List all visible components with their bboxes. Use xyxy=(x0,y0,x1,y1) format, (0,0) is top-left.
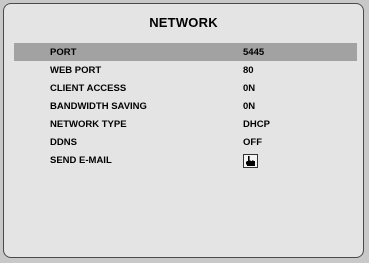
setting-row-network-type[interactable]: NETWORK TYPE DHCP xyxy=(14,115,357,133)
setting-row-web-port[interactable]: WEB PORT 80 xyxy=(14,61,357,79)
setting-value[interactable]: OFF xyxy=(243,137,262,148)
network-settings-panel: NETWORK PORT 5445 WEB PORT 80 CLIENT ACC… xyxy=(3,3,364,258)
setting-value[interactable]: 80 xyxy=(243,65,254,76)
settings-list: PORT 5445 WEB PORT 80 CLIENT ACCESS 0N B… xyxy=(14,43,357,169)
page-title: NETWORK xyxy=(149,15,218,30)
setting-row-client-access[interactable]: CLIENT ACCESS 0N xyxy=(14,79,357,97)
setting-value[interactable]: DHCP xyxy=(243,119,270,130)
hand-pointer-icon xyxy=(246,156,255,166)
setting-label: NETWORK TYPE xyxy=(50,119,127,130)
setting-label: CLIENT ACCESS xyxy=(50,83,127,94)
setting-row-port[interactable]: PORT 5445 xyxy=(14,43,357,61)
setting-label: DDNS xyxy=(50,137,77,148)
setting-row-ddns[interactable]: DDNS OFF xyxy=(14,133,357,151)
setting-label: PORT xyxy=(50,47,77,58)
setting-label: SEND E-MAIL xyxy=(50,155,112,166)
setting-row-bandwidth-saving[interactable]: BANDWIDTH SAVING 0N xyxy=(14,97,357,115)
setting-value[interactable]: 5445 xyxy=(243,47,264,58)
setting-row-send-email[interactable]: SEND E-MAIL xyxy=(14,151,357,169)
setting-label: BANDWIDTH SAVING xyxy=(50,101,147,112)
setting-value[interactable]: 0N xyxy=(243,101,255,112)
setting-value[interactable]: 0N xyxy=(243,83,255,94)
setting-label: WEB PORT xyxy=(50,65,102,76)
send-email-button[interactable] xyxy=(243,154,258,168)
